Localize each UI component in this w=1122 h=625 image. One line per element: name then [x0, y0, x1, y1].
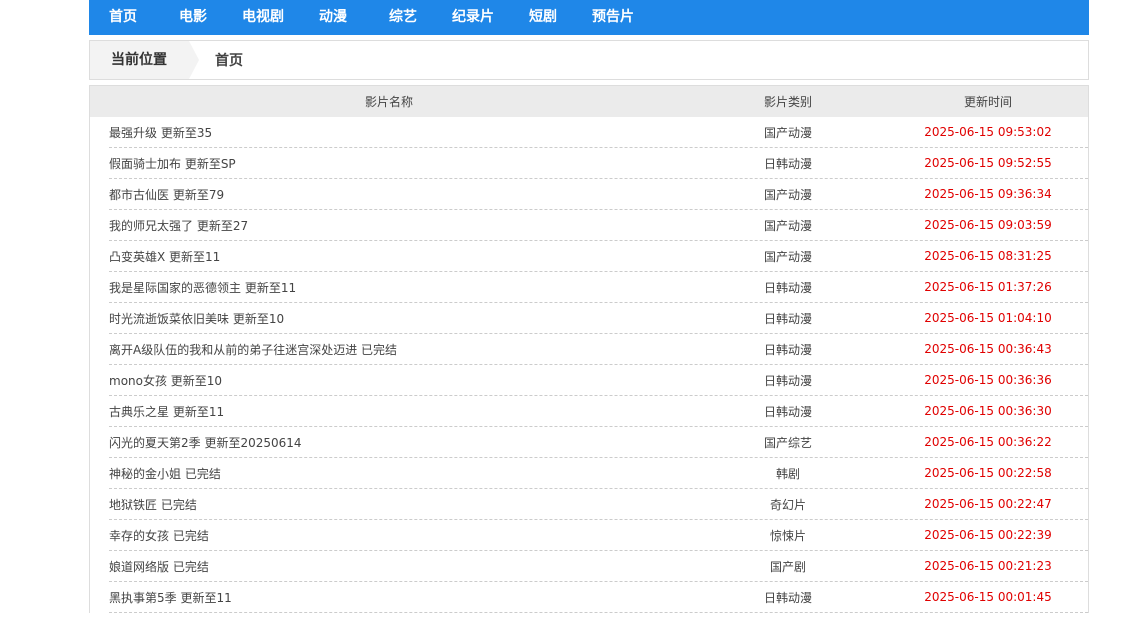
updated-time-cell: 2025-06-15 00:36:36 — [924, 373, 1052, 387]
title-link[interactable]: 时光流逝饭菜依旧美味 更新至10 — [109, 310, 688, 327]
table-row: 凸变英雄X 更新至11 国产动漫 2025-06-15 08:31:25 — [109, 241, 1088, 272]
updated-time-cell: 2025-06-15 01:04:10 — [924, 311, 1052, 325]
category-cell: 奇幻片 — [769, 497, 806, 512]
table-row: mono女孩 更新至10 日韩动漫 2025-06-15 00:36:36 — [109, 365, 1088, 396]
title-link[interactable]: 黑执事第5季 更新至11 — [109, 589, 688, 606]
table-row: 时光流逝饭菜依旧美味 更新至10 日韩动漫 2025-06-15 01:04:10 — [109, 303, 1088, 334]
updated-time-cell: 2025-06-15 09:52:55 — [924, 156, 1052, 170]
title-link[interactable]: 闪光的夏天第2季 更新至20250614 — [109, 434, 688, 451]
updated-time-cell: 2025-06-15 00:22:39 — [924, 528, 1052, 542]
updated-time-cell: 2025-06-15 01:37:26 — [924, 280, 1052, 294]
breadcrumb-home-link[interactable]: 首页 — [215, 50, 243, 70]
table-row: 最强升级 更新至35 国产动漫 2025-06-15 09:53:02 — [109, 117, 1088, 148]
category-cell: 日韩动漫 — [763, 590, 812, 605]
header-updated: 更新时间 — [963, 95, 1012, 109]
updated-time-cell: 2025-06-15 00:01:45 — [924, 590, 1052, 604]
category-cell: 国产动漫 — [763, 125, 812, 140]
title-link[interactable]: 离开A级队伍的我和从前的弟子往迷宫深处迈进 已完结 — [109, 341, 688, 358]
title-link[interactable]: 我的师兄太强了 更新至27 — [109, 217, 688, 234]
updated-time-cell: 2025-06-15 09:36:34 — [924, 187, 1052, 201]
category-cell: 韩剧 — [775, 466, 800, 481]
category-cell: 国产综艺 — [763, 435, 812, 450]
category-cell: 日韩动漫 — [763, 156, 812, 171]
category-cell: 国产动漫 — [763, 249, 812, 264]
nav-item-tv-series[interactable]: 电视剧 — [242, 0, 319, 35]
table-row: 娘道网络版 已完结 国产剧 2025-06-15 00:21:23 — [109, 551, 1088, 582]
table-row: 都市古仙医 更新至79 国产动漫 2025-06-15 09:36:34 — [109, 179, 1088, 210]
table-row: 闪光的夏天第2季 更新至20250614 国产综艺 2025-06-15 00:36… — [109, 427, 1088, 458]
updated-time-cell: 2025-06-15 00:21:23 — [924, 559, 1052, 573]
updated-time-cell: 2025-06-15 00:36:22 — [924, 435, 1052, 449]
category-cell: 惊悚片 — [769, 528, 806, 543]
page-container: 首页 电影 电视剧 动漫 综艺 纪录片 短剧 预告片 当前位置 首页 影片名称 … — [89, 0, 1089, 613]
nav-item-variety[interactable]: 综艺 — [389, 0, 452, 35]
updated-time-cell: 2025-06-15 08:31:25 — [924, 249, 1052, 263]
category-cell: 国产剧 — [769, 559, 806, 574]
category-cell: 日韩动漫 — [763, 311, 812, 326]
title-link[interactable]: 我是星际国家的恶德领主 更新至11 — [109, 279, 688, 296]
updated-time-cell: 2025-06-15 00:36:43 — [924, 342, 1052, 356]
nav-item-anime[interactable]: 动漫 — [319, 0, 389, 35]
table-row: 神秘的金小姐 已完结 韩剧 2025-06-15 00:22:58 — [109, 458, 1088, 489]
table-row: 我的师兄太强了 更新至27 国产动漫 2025-06-15 09:03:59 — [109, 210, 1088, 241]
title-link[interactable]: 都市古仙医 更新至79 — [109, 186, 688, 203]
category-cell: 国产动漫 — [763, 187, 812, 202]
title-link[interactable]: 幸存的女孩 已完结 — [109, 527, 688, 544]
table-row: 地狱铁匠 已完结 奇幻片 2025-06-15 00:22:47 — [109, 489, 1088, 520]
title-link[interactable]: 最强升级 更新至35 — [109, 124, 688, 141]
category-cell: 日韩动漫 — [763, 373, 812, 388]
header-category: 影片类别 — [763, 95, 812, 109]
updated-time-cell: 2025-06-15 00:22:47 — [924, 497, 1052, 511]
updated-time-cell: 2025-06-15 00:22:58 — [924, 466, 1052, 480]
table-row: 离开A级队伍的我和从前的弟子往迷宫深处迈进 已完结 日韩动漫 2025-06-15 … — [109, 334, 1088, 365]
updated-time-cell: 2025-06-15 09:53:02 — [924, 125, 1052, 139]
category-cell: 日韩动漫 — [763, 342, 812, 357]
title-link[interactable]: mono女孩 更新至10 — [109, 372, 688, 389]
title-link[interactable]: 古典乐之星 更新至11 — [109, 403, 688, 420]
header-title: 影片名称 — [364, 95, 413, 109]
title-link[interactable]: 娘道网络版 已完结 — [109, 558, 688, 575]
nav-item-home[interactable]: 首页 — [109, 0, 179, 35]
list-header: 影片名称 影片类别 更新时间 — [90, 85, 1088, 117]
breadcrumb-label: 当前位置 — [90, 41, 199, 79]
table-row: 黑执事第5季 更新至11 日韩动漫 2025-06-15 00:01:45 — [109, 582, 1088, 613]
nav-item-trailers[interactable]: 预告片 — [592, 0, 662, 35]
nav-item-movies[interactable]: 电影 — [179, 0, 242, 35]
table-row: 幸存的女孩 已完结 惊悚片 2025-06-15 00:22:39 — [109, 520, 1088, 551]
update-list: 影片名称 影片类别 更新时间 最强升级 更新至35 国产动漫 2025-06-15 … — [89, 85, 1089, 613]
updated-time-cell: 2025-06-15 00:36:30 — [924, 404, 1052, 418]
table-row: 我是星际国家的恶德领主 更新至11 日韩动漫 2025-06-15 01:37:26 — [109, 272, 1088, 303]
category-cell: 国产动漫 — [763, 218, 812, 233]
nav-item-documentary[interactable]: 纪录片 — [452, 0, 529, 35]
title-link[interactable]: 地狱铁匠 已完结 — [109, 496, 688, 513]
updated-time-cell: 2025-06-15 09:03:59 — [924, 218, 1052, 232]
title-link[interactable]: 神秘的金小姐 已完结 — [109, 465, 688, 482]
title-link[interactable]: 凸变英雄X 更新至11 — [109, 248, 688, 265]
table-row: 古典乐之星 更新至11 日韩动漫 2025-06-15 00:36:30 — [109, 396, 1088, 427]
list-body: 最强升级 更新至35 国产动漫 2025-06-15 09:53:02 假面骑士加布 … — [90, 117, 1088, 613]
category-cell: 日韩动漫 — [763, 280, 812, 295]
top-nav: 首页 电影 电视剧 动漫 综艺 纪录片 短剧 预告片 — [89, 0, 1089, 35]
breadcrumb: 当前位置 首页 — [89, 40, 1089, 80]
table-row: 假面骑士加布 更新至SP 日韩动漫 2025-06-15 09:52:55 — [109, 148, 1088, 179]
category-cell: 日韩动漫 — [763, 404, 812, 419]
nav-item-short-drama[interactable]: 短剧 — [529, 0, 592, 35]
title-link[interactable]: 假面骑士加布 更新至SP — [109, 155, 688, 172]
